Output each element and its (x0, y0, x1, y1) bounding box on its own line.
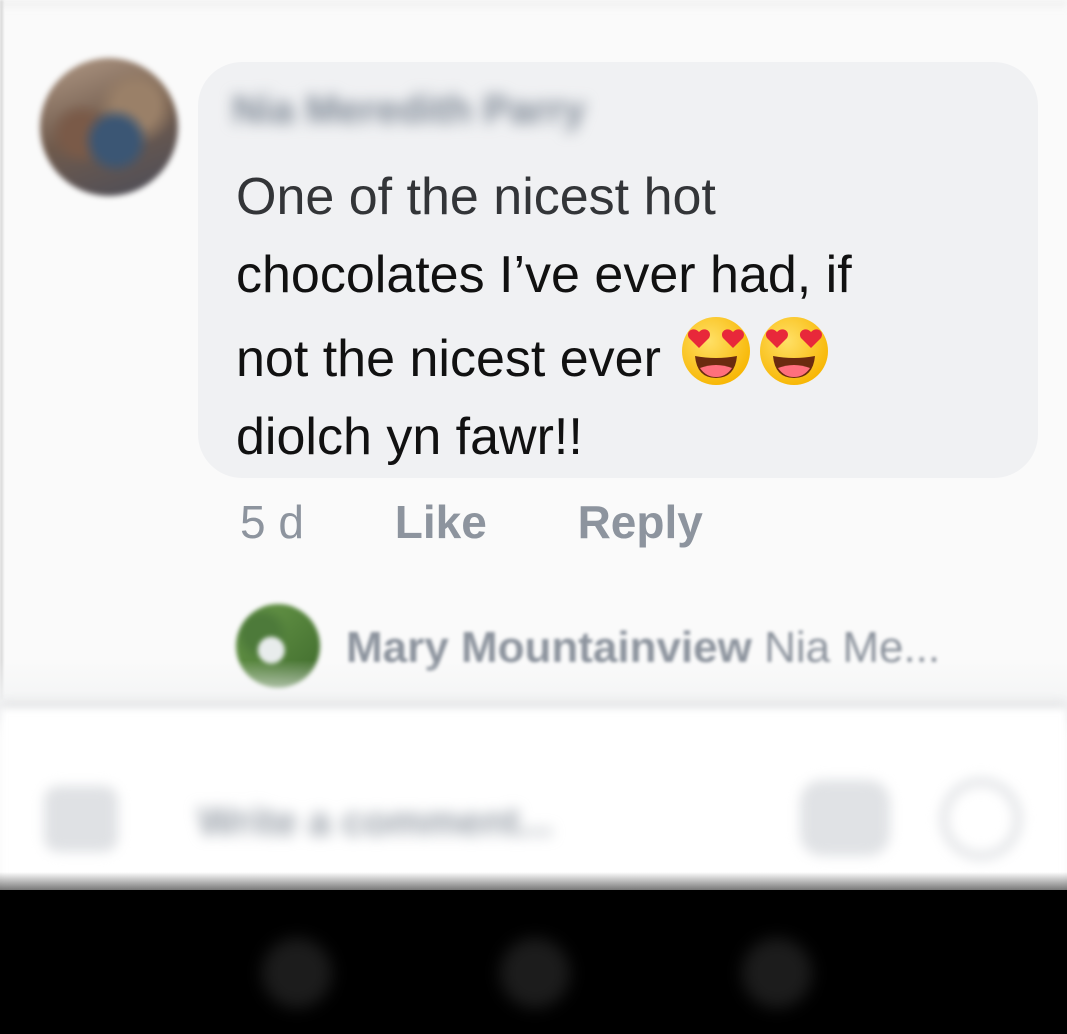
reply-button[interactable]: Reply (578, 490, 703, 554)
comment-thread-screen: Nia Meredith Parry One of the nicest hot… (0, 0, 1067, 1034)
gif-icon[interactable] (800, 780, 890, 856)
heart-eyes-emoji-icon (760, 317, 829, 385)
comment-author-name[interactable]: Nia Meredith Parry (232, 88, 585, 133)
camera-icon[interactable] (44, 786, 118, 852)
comment-input[interactable]: Write a comment... (198, 800, 553, 845)
commenter-avatar[interactable] (40, 58, 178, 196)
left-edge-divider (0, 0, 3, 700)
recents-nav-icon[interactable] (742, 938, 812, 1008)
like-button[interactable]: Like (395, 490, 487, 554)
comment-line-1: One of the nicest hot (236, 168, 716, 226)
comment-actions: 5 d Like Reply (240, 490, 703, 554)
back-nav-icon[interactable] (262, 938, 332, 1008)
comment-timestamp[interactable]: 5 d (240, 490, 304, 554)
home-nav-icon[interactable] (500, 938, 570, 1008)
comment-line-2: chocolates I’ve ever had, if (236, 246, 852, 304)
comment-line-3: not the nicest ever (236, 330, 661, 388)
heart-eyes-emoji-icon (682, 317, 751, 385)
comment-body: One of the nicest hot chocolates I’ve ev… (236, 158, 1016, 476)
emoji-picker-icon[interactable] (940, 778, 1022, 860)
top-strip (0, 0, 1067, 12)
comment-line-4: diolch yn fawr!! (236, 408, 583, 466)
